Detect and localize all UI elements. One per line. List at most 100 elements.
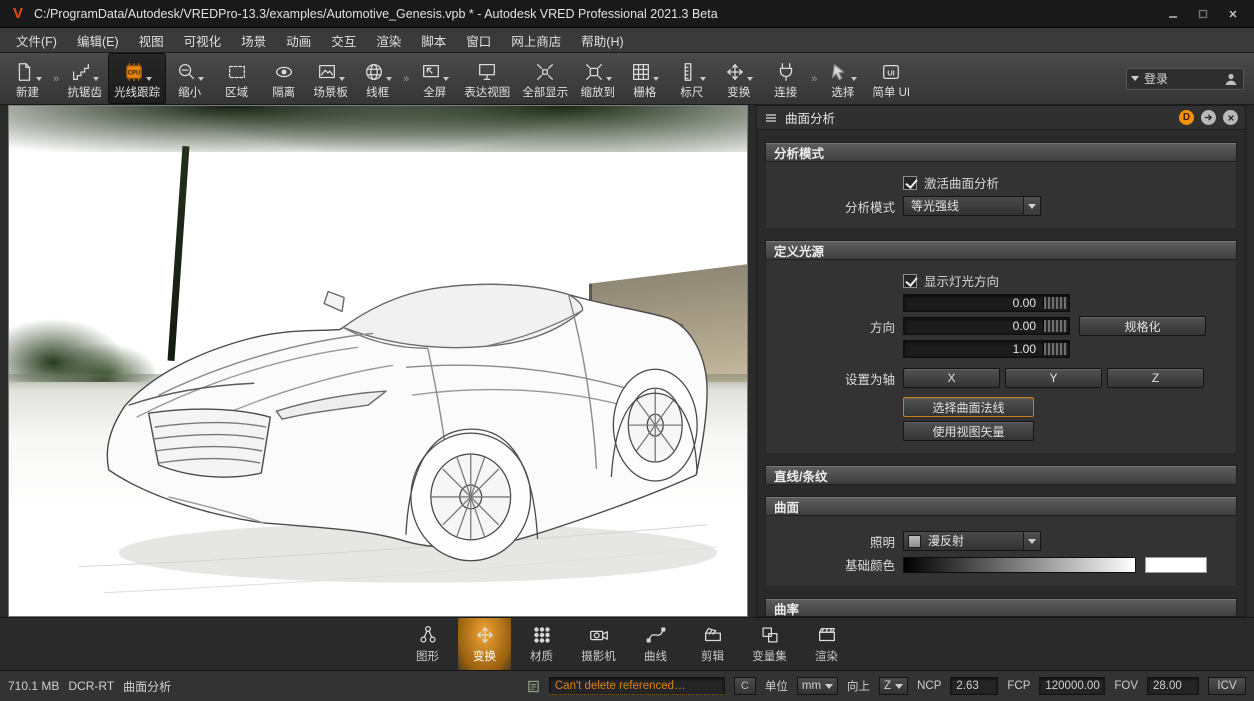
base-color-gradient[interactable] — [903, 556, 1136, 573]
dropdown-arrow-icon[interactable] — [653, 77, 660, 81]
dropdown-arrow-icon[interactable] — [93, 77, 100, 81]
direction-y-field[interactable]: 0.00 — [903, 317, 1070, 335]
panel-menu-icon[interactable] — [764, 111, 778, 125]
bottom-button-curve[interactable]: 曲线 — [629, 618, 682, 670]
dropdown-arrow-icon[interactable] — [339, 77, 346, 81]
toolbar-button-region[interactable]: 区域 — [213, 53, 260, 104]
menu-rendering[interactable]: 渲染 — [366, 28, 411, 53]
axis-x-button[interactable]: X — [903, 368, 1000, 388]
toolbar-button-select[interactable]: 选择 — [819, 53, 866, 104]
value-dial[interactable] — [1043, 297, 1067, 309]
chevron-down-icon[interactable] — [1131, 76, 1139, 81]
menu-interaction[interactable]: 交互 — [321, 28, 366, 53]
section-lines-stripes: 直线/条纹 — [765, 465, 1237, 485]
dropdown-arrow-icon[interactable] — [700, 77, 707, 81]
notification-icon[interactable] — [527, 680, 540, 693]
close-button[interactable] — [1222, 5, 1244, 23]
dropdown-arrow-icon[interactable] — [851, 77, 858, 81]
bottom-button-material[interactable]: 材质 — [515, 618, 568, 670]
dropdown-caret-icon[interactable] — [1023, 532, 1040, 550]
section-header[interactable]: 分析模式 — [765, 142, 1237, 162]
dropdown-arrow-icon[interactable] — [386, 77, 393, 81]
show-light-direction-checkbox[interactable] — [903, 273, 917, 288]
bottom-button-camera[interactable]: 摄影机 — [572, 618, 625, 670]
toolbar-button-antialias[interactable]: 抗锯齿 — [61, 53, 108, 104]
toolbar-button-ruler[interactable]: 标尺 — [668, 53, 715, 104]
menu-window[interactable]: 窗口 — [456, 28, 501, 53]
toolbar-button-simple-ui[interactable]: UI 简单 UI — [866, 53, 916, 104]
section-header[interactable]: 曲面 — [765, 496, 1237, 516]
toolbar-button-zoom-to[interactable]: 缩放到 — [574, 53, 621, 104]
dropdown-caret-icon[interactable] — [1023, 197, 1040, 215]
toolbar-button-raytracing[interactable]: CPU 光线跟踪 — [108, 53, 167, 104]
toolbar-button-show-all[interactable]: 全部显示 — [516, 53, 574, 104]
value-dial[interactable] — [1043, 320, 1067, 332]
direction-z-field[interactable]: 1.00 — [903, 340, 1070, 358]
console-button[interactable]: C — [733, 677, 756, 695]
unit-dropdown[interactable]: mm — [796, 677, 839, 695]
toolbar-button-transform[interactable]: 变换 — [715, 53, 762, 104]
toolbar-button-grid[interactable]: 栅格 — [621, 53, 668, 104]
use-view-vector-button[interactable]: 使用视图矢量 — [903, 421, 1034, 441]
analysis-mode-dropdown[interactable]: 等光强线 — [903, 196, 1041, 216]
toolbar-button-isolate[interactable]: 隔离 — [260, 53, 307, 104]
panel-header[interactable]: 曲面分析 D — [757, 106, 1245, 130]
toolbar-button-fullscreen[interactable]: 全屏 — [411, 53, 458, 104]
menu-store[interactable]: 网上商店 — [501, 28, 571, 53]
value-dial[interactable] — [1043, 343, 1067, 355]
panel-title: 曲面分析 — [785, 112, 836, 126]
menu-view[interactable]: 视图 — [129, 28, 174, 53]
section-header[interactable]: 定义光源 — [765, 240, 1237, 260]
menu-help[interactable]: 帮助(H) — [571, 28, 633, 53]
title-bar[interactable]: V C:/ProgramData/Autodesk/VREDPro-13.3/e… — [0, 0, 1254, 28]
lighting-dropdown[interactable]: 漫反射 — [903, 531, 1041, 551]
toolbar-button-zoom-out[interactable]: 缩小 — [166, 53, 213, 104]
activate-analysis-checkbox[interactable] — [903, 175, 917, 190]
menu-visualization[interactable]: 可视化 — [174, 28, 232, 53]
bottom-button-transform[interactable]: 变换 — [458, 618, 511, 670]
menu-scene[interactable]: 场景 — [231, 28, 276, 53]
toolbar-button-connect[interactable]: 连接 — [762, 53, 809, 104]
bottom-button-scenegraph[interactable]: 图形 — [401, 618, 454, 670]
normalize-button[interactable]: 规格化 — [1079, 316, 1206, 336]
menu-edit[interactable]: 编辑(E) — [67, 28, 129, 53]
axis-z-button[interactable]: Z — [1107, 368, 1204, 388]
fov-field[interactable]: 28.00 — [1147, 677, 1199, 695]
base-color-swatch[interactable] — [1145, 556, 1207, 573]
menu-animation[interactable]: 动画 — [276, 28, 321, 53]
docked-badge[interactable]: D — [1179, 110, 1194, 125]
toolbar-button-wireframe[interactable]: 线框 — [354, 53, 401, 104]
status-message[interactable]: Can't delete referenced… — [548, 677, 725, 695]
dropdown-arrow-icon[interactable] — [145, 77, 152, 81]
dropdown-arrow-icon[interactable] — [443, 77, 450, 81]
bottom-button-render[interactable]: 渲染 — [800, 618, 853, 670]
minimize-button[interactable] — [1162, 5, 1184, 23]
toolbar-button-sceneplate[interactable]: 场景板 — [307, 53, 354, 104]
login-control[interactable]: 登录 — [1126, 67, 1244, 90]
section-header[interactable]: 直线/条纹 — [765, 465, 1237, 485]
bottom-button-clip[interactable]: 剪辑 — [686, 618, 739, 670]
dropdown-arrow-icon[interactable] — [747, 77, 754, 81]
axis-y-button[interactable]: Y — [1005, 368, 1102, 388]
direction-x-field[interactable]: 0.00 — [903, 294, 1070, 312]
select-surface-normals-button[interactable]: 选择曲面法线 — [903, 397, 1034, 417]
maximize-button[interactable] — [1192, 5, 1214, 23]
toolbar-button-new[interactable]: 新建 — [4, 53, 51, 104]
fcp-field[interactable]: 120000.00 — [1039, 677, 1106, 695]
menu-file[interactable]: 文件(F) — [6, 28, 67, 53]
icv-button[interactable]: ICV — [1208, 677, 1246, 695]
render-viewport[interactable] — [8, 105, 748, 617]
dropdown-arrow-icon[interactable] — [36, 77, 42, 81]
section-header[interactable]: 曲率 — [765, 598, 1237, 616]
bottom-button-variant-set[interactable]: 变量集 — [743, 618, 796, 670]
undock-panel-button[interactable] — [1201, 110, 1216, 125]
up-axis-dropdown[interactable]: Z — [879, 677, 909, 695]
dropdown-arrow-icon[interactable] — [198, 77, 205, 81]
ncp-field[interactable]: 2.63 — [950, 677, 999, 695]
user-icon — [1225, 73, 1237, 85]
close-panel-button[interactable] — [1223, 110, 1238, 125]
menu-script[interactable]: 脚本 — [411, 28, 456, 53]
dropdown-arrow-icon[interactable] — [606, 77, 613, 81]
toolbar-button-render-view[interactable]: 表达视图 — [458, 53, 516, 104]
set-to-axis-label: 设置为轴 — [844, 372, 895, 387]
